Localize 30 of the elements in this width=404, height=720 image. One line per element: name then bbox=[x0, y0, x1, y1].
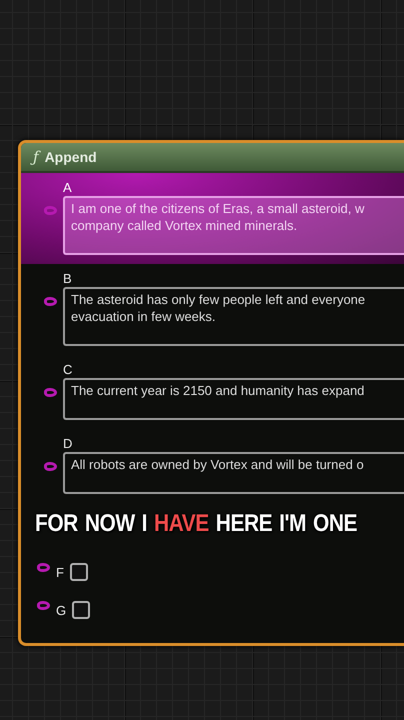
caption-word: FOR bbox=[35, 510, 78, 538]
blueprint-node[interactable] bbox=[18, 140, 404, 646]
pin-row[interactable]: C The current year is 2150 and humanity has expand bbox=[21, 355, 404, 429]
text-field[interactable]: The current year is 2150 and humanity has expand bbox=[63, 378, 404, 420]
pin-label: A bbox=[63, 180, 73, 195]
pin-icon[interactable] bbox=[44, 462, 57, 471]
caption-word: I bbox=[142, 510, 147, 538]
text-field[interactable]: The asteroid has only few people left and everyone evacuation in few weeks. bbox=[63, 287, 404, 346]
caption-word: HERE bbox=[216, 510, 272, 538]
pin-label: C bbox=[63, 362, 74, 377]
caption-word: NOW bbox=[84, 510, 135, 538]
pin-row[interactable]: D All robots are owned by Vortex and will be turned o bbox=[21, 429, 404, 503]
pin-row[interactable]: B The asteroid has only few people left and everyone evacuation in few weeks. bbox=[21, 264, 404, 355]
pin-icon[interactable] bbox=[37, 563, 50, 572]
text-field[interactable]: All robots are owned by Vortex and will be turned o bbox=[63, 452, 404, 494]
caption-word: I'M bbox=[279, 510, 306, 538]
pin-label: F bbox=[56, 564, 64, 580]
pin-label: D bbox=[63, 436, 74, 451]
caption-word: ONE bbox=[312, 510, 357, 538]
checkbox[interactable] bbox=[72, 601, 90, 619]
node-title: Append bbox=[44, 149, 97, 165]
pin-icon[interactable] bbox=[44, 388, 57, 397]
pin-label: G bbox=[56, 602, 66, 618]
checkbox[interactable] bbox=[70, 563, 88, 581]
pin-label: B bbox=[63, 271, 73, 286]
caption-word: HAVE bbox=[154, 510, 209, 538]
selected-pin-row[interactable]: A I am one of the citizens of Eras, a small asteroid, w company called Vortex mined minerals. bbox=[21, 173, 404, 264]
pin-icon[interactable] bbox=[37, 601, 50, 610]
text-field[interactable]: I am one of the citizens of Eras, a small asteroid, w company called Vortex mined minerals. bbox=[63, 196, 404, 255]
pin-icon[interactable] bbox=[44, 297, 57, 306]
